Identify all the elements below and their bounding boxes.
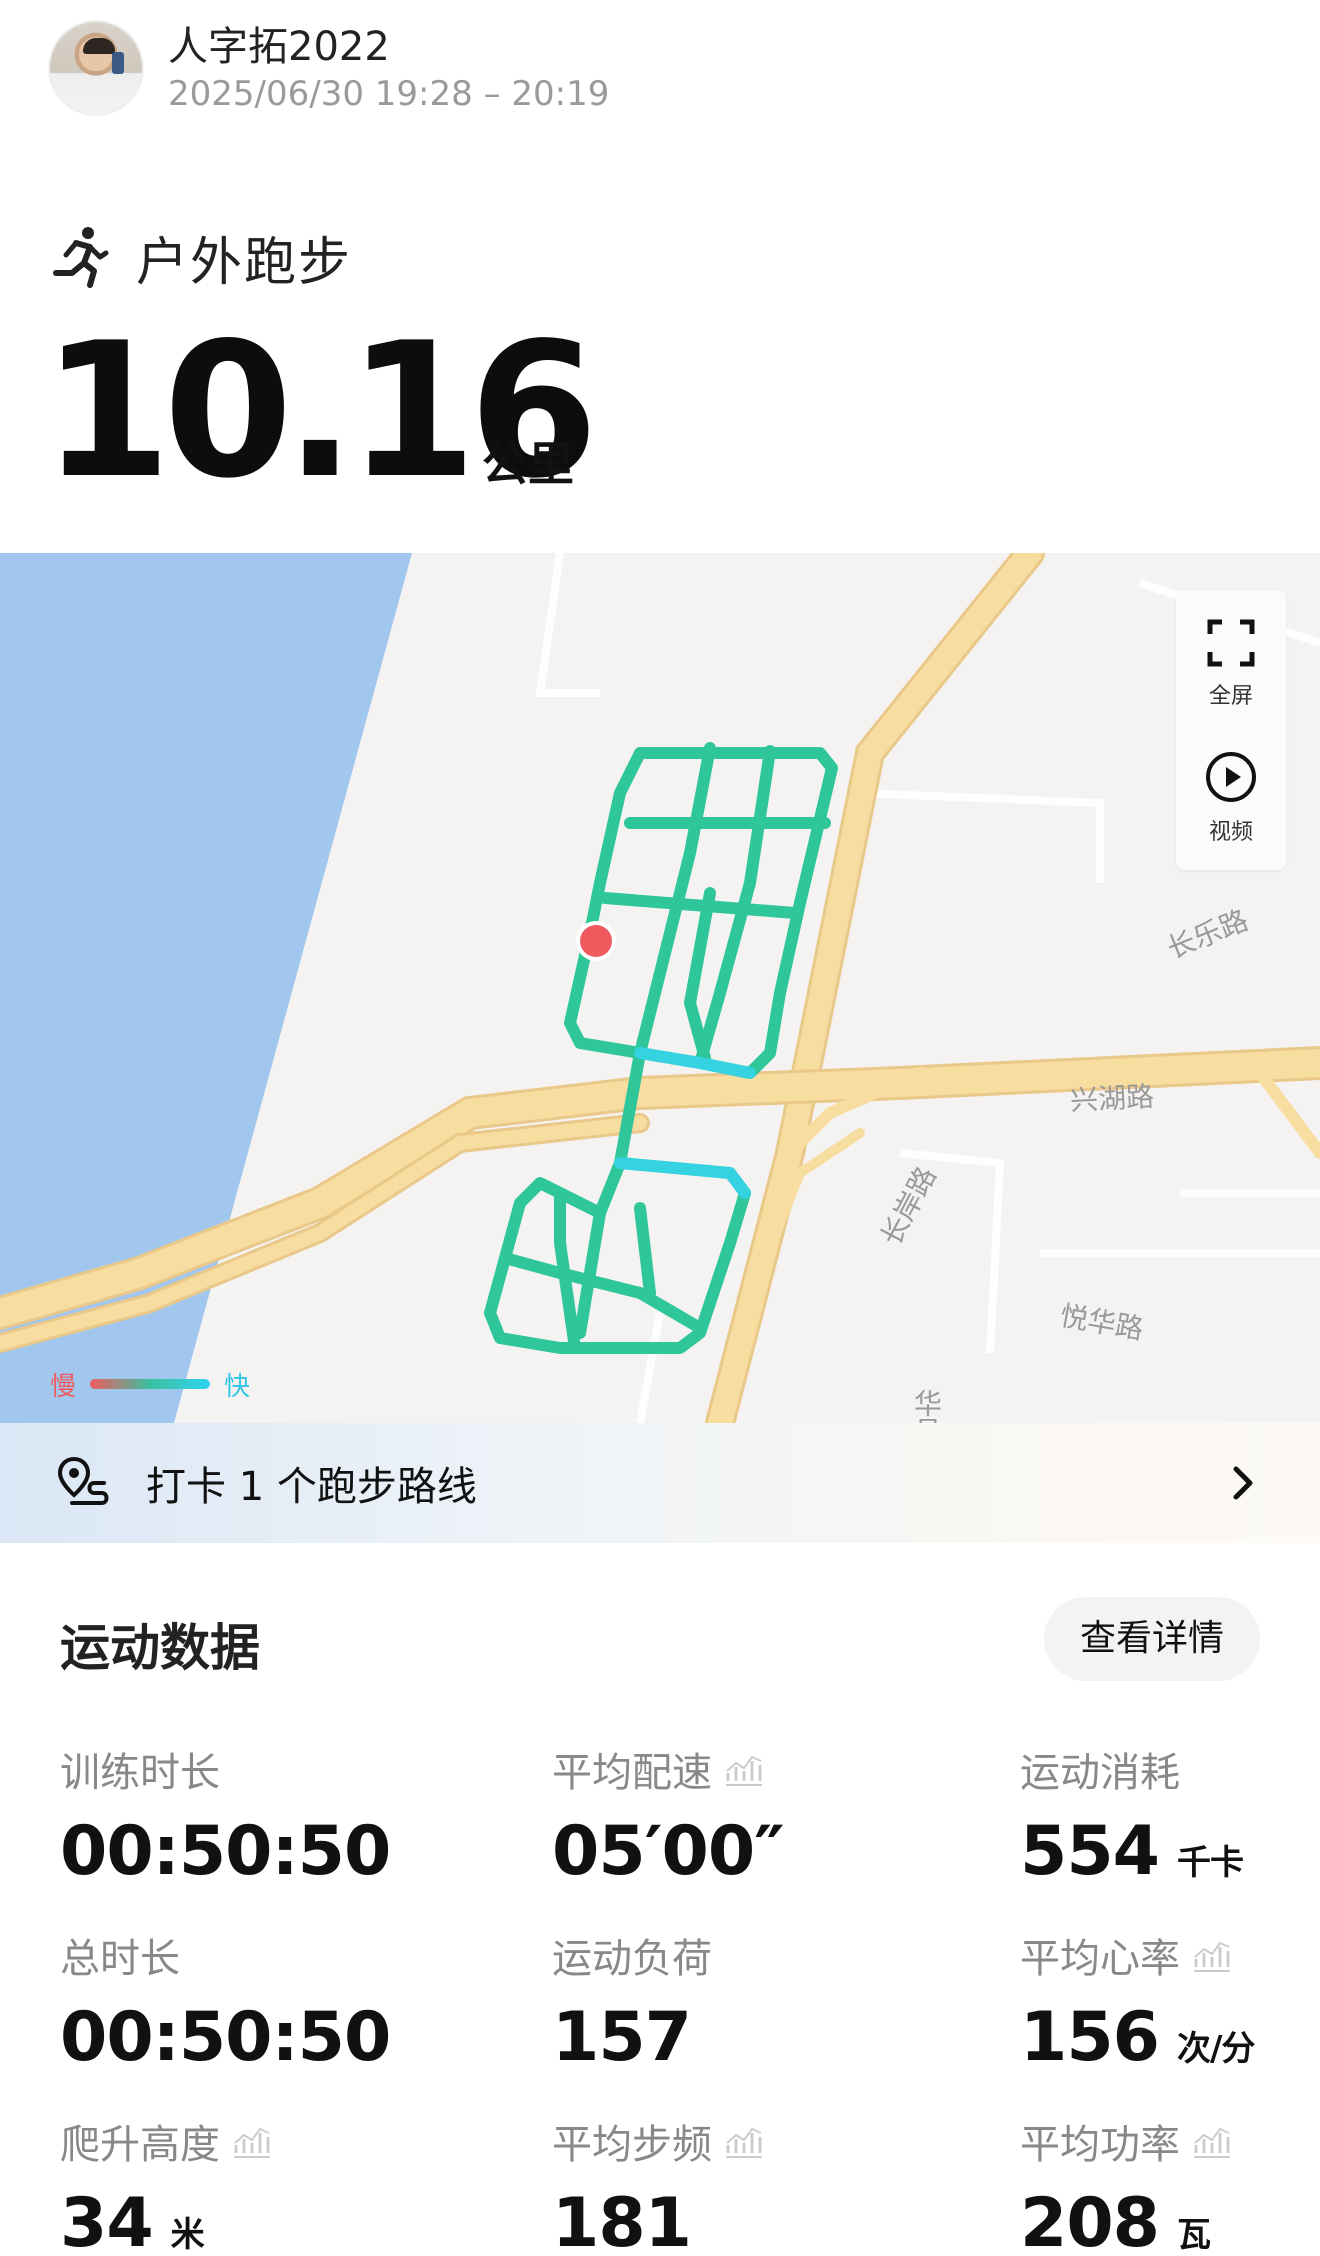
route-pin-icon (57, 1456, 109, 1505)
avatar-hair (83, 38, 115, 54)
stat-average-power[interactable]: 平均功率 208 瓦 (1020, 2112, 1232, 2256)
stat-value: 157 (552, 1998, 692, 2077)
stat-label: 平均配速 (552, 1750, 712, 1796)
stat-label: 平均心率 (1020, 1936, 1180, 1982)
stat-average-pace[interactable]: 平均配速 05′00″ (552, 1740, 785, 1891)
activity-datetime: 2025/06/30 19:28 – 20:19 (168, 74, 610, 114)
route-checkin-banner[interactable]: 打卡 1 个跑步路线 (0, 1423, 1320, 1543)
legend-gradient-bar (90, 1379, 211, 1389)
stat-value: 156 (1020, 1998, 1160, 2077)
stat-calories: 运动消耗 554 千卡 (1020, 1740, 1244, 1891)
stat-value: 05′00″ (552, 1812, 785, 1891)
running-icon (53, 227, 109, 288)
stat-label: 训练时长 (60, 1750, 220, 1796)
stat-average-cadence[interactable]: 平均步频 181 (552, 2112, 764, 2256)
stat-unit: 次/分 (1176, 2029, 1255, 2069)
stat-elevation-gain[interactable]: 爬升高度 34 米 (60, 2112, 272, 2256)
fullscreen-label: 全屏 (1208, 684, 1253, 709)
stat-average-heart-rate[interactable]: 平均心率 156 次/分 (1020, 1926, 1255, 2077)
chevron-right-icon (1233, 1466, 1253, 1500)
stat-label: 运动消耗 (1020, 1750, 1180, 1796)
route-map[interactable]: 长岸路 长乐路 兴湖路 华昌路 悦华路 (0, 553, 1320, 1423)
stat-training-duration: 训练时长 00:50:50 (60, 1740, 391, 1891)
run-route (484, 742, 838, 1354)
legend-slow: 慢 (50, 1371, 77, 1402)
checkin-text: 打卡 1 个跑步路线 (146, 1464, 477, 1510)
stat-value: 00:50:50 (60, 1998, 391, 2077)
stat-value: 554 (1020, 1812, 1160, 1891)
stat-unit: 米 (170, 2215, 205, 2255)
trend-chart-icon (726, 1755, 762, 1786)
play-icon (1206, 752, 1256, 802)
username[interactable]: 人字拓2022 (168, 14, 390, 72)
stat-unit: 千卡 (1176, 1843, 1244, 1883)
road-label-xinghu: 兴湖路 (1069, 1079, 1155, 1118)
stat-value: 00:50:50 (60, 1812, 391, 1891)
video-button[interactable]: 视频 (1176, 750, 1286, 846)
stat-value: 181 (552, 2184, 692, 2256)
stats-title: 运动数据 (60, 1619, 260, 1677)
activity-type: 户外跑步 (50, 222, 353, 293)
stat-label: 平均功率 (1020, 2122, 1180, 2168)
stat-value: 208 (1020, 2184, 1160, 2256)
map-canvas (0, 553, 1320, 1423)
video-label: 视频 (1208, 820, 1253, 845)
stat-label: 总时长 (60, 1936, 180, 1982)
stat-unit: 瓦 (1176, 2215, 1211, 2255)
legend-fast: 快 (224, 1371, 251, 1402)
activity-header: 人字拓2022 2025/06/30 19:28 – 20:19 (0, 0, 1320, 150)
stat-total-duration: 总时长 00:50:50 (60, 1926, 391, 2077)
stat-value: 34 (60, 2184, 154, 2256)
avatar[interactable] (48, 20, 144, 116)
trend-chart-icon (726, 2127, 762, 2158)
map-toolbar: 全屏 视频 (1176, 590, 1286, 870)
avatar-phone (112, 52, 124, 74)
start-marker (580, 925, 612, 957)
pace-legend: 慢 快 (50, 1366, 250, 1402)
stat-label: 爬升高度 (60, 2122, 220, 2168)
trend-chart-icon (1194, 2127, 1230, 2158)
stat-label: 运动负荷 (552, 1936, 712, 1982)
view-details-button[interactable]: 查看详情 (1044, 1597, 1260, 1681)
road-label-huachang: 华昌路 (906, 1389, 946, 1423)
distance-unit: 公里 (482, 437, 574, 491)
trend-chart-icon (234, 2127, 270, 2158)
stat-training-load: 运动负荷 157 (552, 1926, 712, 2077)
fullscreen-icon (1207, 619, 1255, 667)
activity-type-label: 户外跑步 (136, 232, 353, 293)
trend-chart-icon (1194, 1941, 1230, 1972)
fullscreen-button[interactable]: 全屏 (1176, 618, 1286, 710)
stat-label: 平均步频 (552, 2122, 712, 2168)
